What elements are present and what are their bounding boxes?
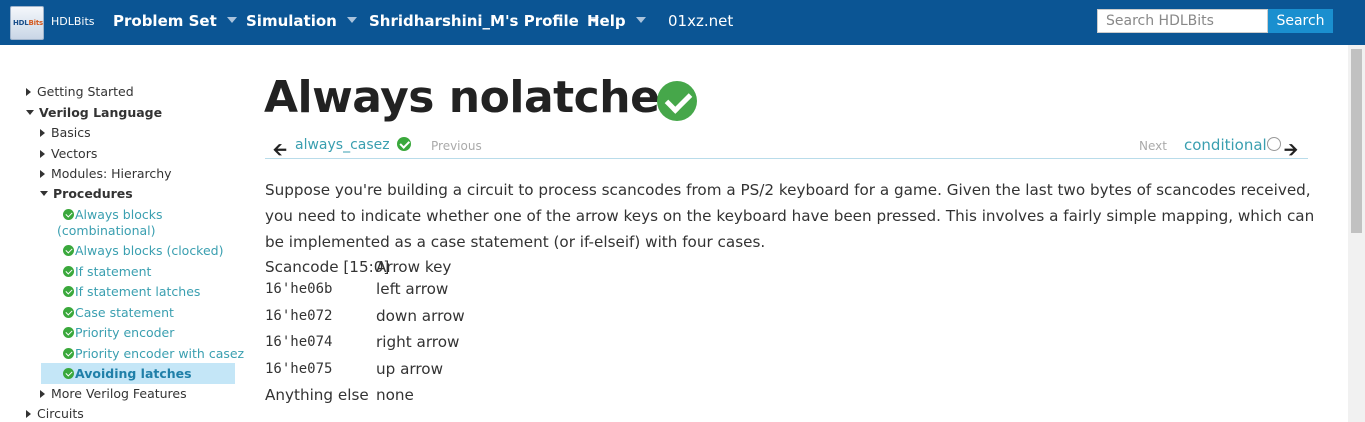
- brand-name[interactable]: HDLBits: [51, 15, 95, 28]
- check-circle-icon: [63, 368, 74, 379]
- sidebar-item-if-statement-latches[interactable]: If statement latches: [63, 283, 200, 303]
- sidebar-item-priority-encoder-casez[interactable]: Priority encoder with casez: [63, 345, 244, 365]
- table-cell-arrow: right arrow: [376, 333, 460, 351]
- chevron-down-icon: [635, 16, 646, 23]
- logo-text: HDLBits: [13, 19, 43, 27]
- sidebar-item-procedures[interactable]: Procedures: [40, 185, 133, 205]
- next-problem-link[interactable]: conditional: [1184, 136, 1267, 154]
- sidebar-item-always-blocks-comb-cont[interactable]: (combinational): [57, 222, 156, 242]
- previous-label: Previous: [431, 139, 482, 153]
- table-cell-scancode: 16'he075: [265, 361, 333, 377]
- chevron-down-icon: [346, 16, 357, 23]
- expand-arrow-icon[interactable]: [26, 87, 31, 96]
- collapse-arrow-icon[interactable]: [40, 191, 48, 196]
- menu-simulation[interactable]: Simulation: [246, 12, 357, 30]
- problem-description: Suppose you're building a circuit to pro…: [265, 181, 1315, 251]
- table-cell-scancode: 16'he072: [265, 308, 333, 324]
- sidebar-item-more-verilog-features[interactable]: More Verilog Features: [40, 385, 187, 405]
- problem-pager: 🡨 always_casez Previous Next conditional…: [265, 131, 1308, 160]
- check-circle-icon: [63, 209, 74, 220]
- top-navbar: HDLBits HDLBits Problem Set Simulation S…: [0, 0, 1365, 45]
- sidebar-item-getting-started[interactable]: Getting Started: [26, 83, 134, 103]
- sidebar-item-vectors[interactable]: Vectors: [40, 145, 97, 165]
- table-cell-arrow: down arrow: [376, 307, 465, 325]
- table-cell-scancode: 16'he074: [265, 334, 333, 350]
- scrollbar-thumb[interactable]: [1351, 49, 1362, 233]
- sidebar-item-avoiding-latches[interactable]: Avoiding latches: [63, 365, 192, 385]
- arrow-left-icon[interactable]: 🡨: [273, 137, 287, 166]
- menu-problem-set[interactable]: Problem Set: [113, 12, 237, 30]
- previous-problem-link[interactable]: always_casez: [295, 137, 390, 153]
- next-label: Next: [1139, 139, 1167, 153]
- table-cell-arrow: left arrow: [376, 280, 449, 298]
- collapse-arrow-icon[interactable]: [26, 110, 34, 115]
- check-circle-icon: [63, 286, 74, 297]
- check-circle-icon: [63, 327, 74, 338]
- search-button[interactable]: Search: [1268, 9, 1333, 33]
- sidebar-item-always-blocks-clocked[interactable]: Always blocks (clocked): [63, 242, 223, 262]
- table-header-scancode: Scancode [15:0]: [265, 258, 390, 276]
- sidebar-item-basics[interactable]: Basics: [40, 124, 91, 144]
- sidebar-item-if-statement[interactable]: If statement: [63, 263, 151, 283]
- empty-circle-icon: [1267, 137, 1281, 151]
- sidebar-item-circuits[interactable]: Circuits: [26, 405, 84, 422]
- page-title: Always nolatches: [264, 72, 686, 123]
- menu-profile[interactable]: Shridharshini_M's Profile: [369, 12, 599, 30]
- sidebar-item-modules-hierarchy[interactable]: Modules: Hierarchy: [40, 165, 172, 185]
- hdlbits-logo[interactable]: HDLBits: [10, 6, 44, 40]
- table-cell-arrow: up arrow: [376, 360, 444, 378]
- arrow-right-icon[interactable]: 🡪: [1284, 137, 1298, 166]
- expand-arrow-icon[interactable]: [26, 409, 31, 418]
- table-cell-scancode: 16'he06b: [265, 281, 333, 297]
- check-circle-icon: [63, 307, 74, 318]
- sidebar-item-verilog-language[interactable]: Verilog Language: [26, 104, 162, 124]
- table-header-arrow-key: Arrow key: [376, 258, 452, 276]
- table-cell-arrow: none: [376, 386, 414, 404]
- expand-arrow-icon[interactable]: [40, 389, 45, 398]
- expand-arrow-icon[interactable]: [40, 169, 45, 178]
- chevron-down-icon: [226, 16, 237, 23]
- table-cell-scancode: Anything else: [265, 386, 369, 404]
- expand-arrow-icon[interactable]: [40, 149, 45, 158]
- check-circle-icon: [63, 245, 74, 256]
- expand-arrow-icon[interactable]: [40, 128, 45, 137]
- sidebar-item-case-statement[interactable]: Case statement: [63, 304, 174, 324]
- sidebar-item-priority-encoder[interactable]: Priority encoder: [63, 324, 174, 344]
- menu-01xz[interactable]: 01xz.net: [668, 12, 733, 30]
- check-circle-icon: [63, 266, 74, 277]
- menu-help[interactable]: Help: [587, 12, 646, 30]
- check-circle-icon: [397, 137, 411, 151]
- check-circle-icon: [657, 81, 697, 121]
- page-scrollbar[interactable]: [1348, 45, 1365, 422]
- check-circle-icon: [63, 348, 74, 359]
- search-input[interactable]: [1097, 9, 1268, 33]
